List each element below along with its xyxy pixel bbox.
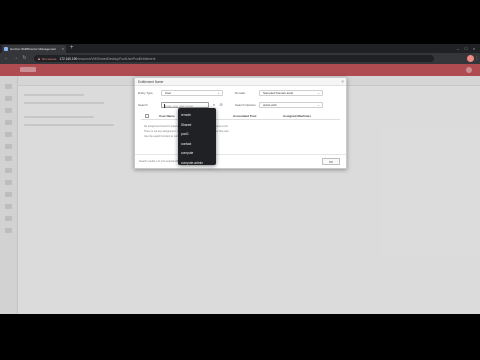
results-table-header: User Name Associated Pool Assigned Machi… xyxy=(141,112,340,120)
dropdown-option[interactable]: contact xyxy=(178,140,216,150)
entitlement-dialog: Entitlement Name × Entity Type User ⌄ Do… xyxy=(134,77,347,169)
dropdown-option[interactable]: remote xyxy=(178,111,216,121)
screen: Horizon ShiftDirector Management × + – □… xyxy=(0,0,480,360)
search-options-label: Search Options xyxy=(235,103,256,107)
close-window-icon[interactable]: × xyxy=(470,44,478,52)
back-icon[interactable]: ← xyxy=(3,55,10,62)
url-host: 172.160.190 xyxy=(59,56,78,61)
autocomplete-dropdown: remote Shared pool1 contact compute comp… xyxy=(178,108,216,165)
address-bar[interactable]: ▲ Not secure 172.160.190 /resource/VM/Sh… xyxy=(34,55,434,62)
profile-avatar[interactable] xyxy=(467,55,474,62)
dialog-footer: Search results 1 of 1 for selected filte… xyxy=(135,154,346,168)
dropdown-option[interactable]: pool1 xyxy=(178,130,216,140)
security-warning: Not secure xyxy=(41,56,57,61)
dropdown-option[interactable]: compute xyxy=(178,149,216,159)
warning-icon: ▲ xyxy=(37,56,41,61)
column-assigned-machines[interactable]: Assigned Machines xyxy=(283,114,311,118)
dialog-header: Entitlement Name × xyxy=(135,78,346,86)
search-label: Search xyxy=(138,103,148,107)
maximize-icon[interactable]: □ xyxy=(462,44,470,52)
forward-icon[interactable]: → xyxy=(12,55,19,62)
chevron-down-icon: ⌄ xyxy=(317,103,320,107)
close-tab-icon[interactable]: × xyxy=(62,47,64,51)
close-icon[interactable]: × xyxy=(341,79,344,85)
entity-type-label: Entity Type xyxy=(138,91,153,95)
browser-tabstrip: Horizon ShiftDirector Management × + – □… xyxy=(0,44,480,53)
column-user-name[interactable]: User Name xyxy=(159,114,175,118)
favicon-icon xyxy=(4,47,8,51)
search-options-value: starts with xyxy=(263,103,277,107)
dialog-title: Entitlement Name xyxy=(138,80,164,84)
window-controls: – □ × xyxy=(454,44,478,52)
url-path: /resource/VM/SharedDesktopPool/UserPoolE… xyxy=(77,56,156,61)
reload-icon[interactable]: ↻ xyxy=(21,55,28,62)
dropdown-option[interactable]: compute-admin xyxy=(178,159,216,169)
domain-label: Domain xyxy=(235,91,246,95)
chevron-down-icon: ⌄ xyxy=(317,91,320,95)
entity-type-select[interactable]: User ⌄ xyxy=(161,90,223,96)
dropdown-option[interactable]: Shared xyxy=(178,121,216,131)
ok-button[interactable]: OK xyxy=(322,158,340,165)
chevron-down-icon: ⌄ xyxy=(217,91,220,95)
new-tab-button[interactable]: + xyxy=(70,45,74,52)
search-options-select[interactable]: starts with ⌄ xyxy=(259,102,323,108)
domain-value: Sampled Domain.local xyxy=(263,91,294,95)
tab-title: Horizon ShiftDirector Management xyxy=(10,47,57,51)
entity-type-value: User xyxy=(165,91,172,95)
browser-tab[interactable]: Horizon ShiftDirector Management × xyxy=(2,45,66,53)
browser-toolbar: ← → ↻ ▲ Not secure 172.160.190 /resource… xyxy=(0,53,480,64)
clear-icon[interactable]: ⊘ xyxy=(218,102,224,108)
domain-select[interactable]: Sampled Domain.local ⌄ xyxy=(259,90,323,96)
select-all-checkbox[interactable] xyxy=(145,113,149,118)
column-associated-pool[interactable]: Associated Pool xyxy=(233,114,256,118)
browser-menu-icon[interactable]: ⋮ xyxy=(475,55,479,60)
minimize-icon[interactable]: – xyxy=(454,44,462,52)
